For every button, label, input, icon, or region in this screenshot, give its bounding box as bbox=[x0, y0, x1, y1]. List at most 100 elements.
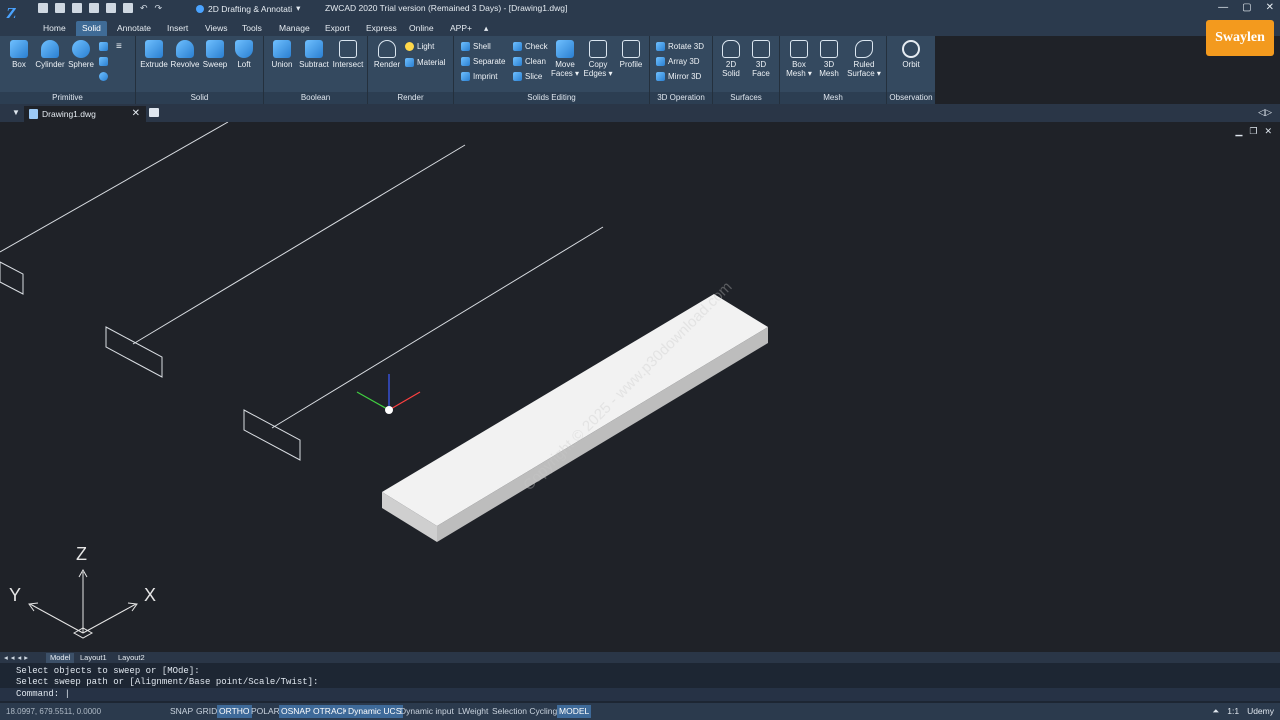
layout-nav-arrows-icon[interactable]: ◂◂◂▸ bbox=[4, 653, 31, 662]
ruled-surface-label-2: Surface ▾ bbox=[847, 69, 881, 78]
torus-button[interactable] bbox=[99, 72, 108, 81]
tab-manage[interactable]: Manage bbox=[273, 21, 316, 36]
profile-button[interactable]: Profile bbox=[616, 40, 646, 69]
ortho-toggle[interactable]: ORTHO bbox=[217, 705, 252, 718]
tab-online[interactable]: Online bbox=[403, 21, 440, 36]
sweep-button[interactable]: Sweep bbox=[200, 40, 230, 69]
swept-solid[interactable] bbox=[382, 294, 768, 542]
save-icon[interactable] bbox=[72, 3, 82, 13]
new-file-icon[interactable] bbox=[38, 3, 48, 13]
ruled-surface-button[interactable]: Ruled Surface ▾ bbox=[844, 40, 884, 78]
move-faces-button[interactable]: Move Faces ▾ bbox=[550, 40, 580, 78]
tab-solid[interactable]: Solid bbox=[76, 21, 107, 36]
render-button[interactable]: Render bbox=[372, 40, 402, 69]
dynamic-input-toggle[interactable]: Dynamic input bbox=[398, 705, 456, 718]
check-button[interactable]: Check bbox=[513, 42, 548, 51]
array-3d-button[interactable]: Array 3D bbox=[656, 57, 700, 66]
sweep-icon bbox=[206, 40, 224, 58]
selection-cycling-toggle[interactable]: Selection Cycling bbox=[490, 705, 559, 718]
annotation-scale-icon[interactable]: ⏶ bbox=[1212, 706, 1219, 717]
tab-export[interactable]: Export bbox=[319, 21, 356, 36]
tab-views[interactable]: Views bbox=[199, 21, 234, 36]
otrack-toggle[interactable]: OTRACK bbox=[311, 705, 351, 718]
polar-toggle[interactable]: POLAR bbox=[249, 705, 282, 718]
undo-icon[interactable]: ↶ bbox=[140, 3, 148, 13]
imprint-button[interactable]: Imprint bbox=[461, 72, 497, 81]
revolve-button[interactable]: Revolve bbox=[170, 40, 200, 69]
tab-express[interactable]: Express bbox=[360, 21, 403, 36]
minimize-icon[interactable]: — bbox=[1218, 2, 1228, 13]
tab-layout1[interactable]: Layout1 bbox=[76, 653, 111, 663]
loft-button[interactable]: Loft bbox=[232, 40, 256, 69]
new-tab-icon[interactable] bbox=[149, 108, 159, 117]
wedge-icon bbox=[99, 42, 108, 51]
cylinder-button[interactable]: Cylinder bbox=[34, 40, 66, 69]
3d-face-button[interactable]: 3D Face bbox=[747, 40, 775, 78]
open-file-icon[interactable] bbox=[55, 3, 65, 13]
panel-title-solid: Solid bbox=[136, 92, 263, 104]
3d-mesh-button[interactable]: 3D Mesh bbox=[816, 40, 842, 78]
imprint-label: Imprint bbox=[473, 72, 498, 81]
box-mesh-icon bbox=[790, 40, 808, 58]
maximize-icon[interactable]: ▢ bbox=[1242, 2, 1251, 13]
workspace-selector[interactable]: 2D Drafting & Annotati ▾ bbox=[196, 3, 300, 14]
model-toggle[interactable]: MODEL bbox=[557, 705, 592, 718]
mirror-3d-button[interactable]: Mirror 3D bbox=[656, 72, 701, 81]
subtract-button[interactable]: Subtract bbox=[297, 40, 331, 69]
separate-button[interactable]: Separate bbox=[461, 57, 505, 66]
copy-edges-button[interactable]: Copy Edges ▾ bbox=[583, 40, 613, 78]
brand-logo: Swaylen bbox=[1206, 20, 1274, 56]
clean-button[interactable]: Clean bbox=[513, 57, 546, 66]
viewport-restore-icon[interactable]: ❐ bbox=[1249, 126, 1257, 137]
drawing-canvas[interactable]: Z X Y Copyright © 2025 - www.p30download… bbox=[0, 121, 1280, 652]
tab-app-plus[interactable]: APP+ bbox=[444, 21, 478, 36]
tab-annotate[interactable]: Annotate bbox=[111, 21, 157, 36]
rotate-3d-button[interactable]: Rotate 3D bbox=[656, 42, 704, 51]
wedge-button[interactable] bbox=[99, 42, 108, 51]
clean-icon bbox=[513, 57, 522, 66]
material-button[interactable]: Material bbox=[405, 58, 445, 67]
sphere-button[interactable]: Sphere bbox=[67, 40, 95, 69]
viewport-close-icon[interactable]: ✕ bbox=[1264, 126, 1272, 137]
tab-insert[interactable]: Insert bbox=[161, 21, 194, 36]
extrude-button[interactable]: Extrude bbox=[138, 40, 170, 69]
tab-tools[interactable]: Tools bbox=[236, 21, 268, 36]
more-primitives-button[interactable]: ≡ bbox=[116, 41, 122, 52]
document-tab-label: Drawing1.dwg bbox=[42, 109, 96, 119]
slice-button[interactable]: Slice bbox=[513, 72, 542, 81]
cone-button[interactable] bbox=[99, 57, 108, 66]
annotation-scale[interactable]: 1:1 bbox=[1227, 706, 1239, 717]
shell-button[interactable]: Shell bbox=[461, 42, 491, 51]
tab-home[interactable]: Home bbox=[37, 21, 72, 36]
plot-icon[interactable] bbox=[123, 3, 133, 13]
ribbon-toggle-icon[interactable]: ▴ bbox=[478, 21, 494, 36]
dynamic-ucs-toggle[interactable]: Dynamic UCS bbox=[346, 705, 404, 718]
lweight-toggle[interactable]: LWeight bbox=[456, 705, 490, 718]
tab-scroll-icon[interactable]: ◁▷ bbox=[1258, 107, 1272, 118]
save-as-icon[interactable] bbox=[89, 3, 99, 13]
document-tab-drawing1[interactable]: Drawing1.dwg ✕ bbox=[24, 106, 146, 122]
copy-edges-label-2: Edges ▾ bbox=[583, 69, 613, 78]
close-icon[interactable]: ✕ bbox=[1266, 2, 1274, 13]
tab-layout2[interactable]: Layout2 bbox=[114, 653, 149, 663]
grid-toggle[interactable]: GRID bbox=[194, 705, 219, 718]
snap-toggle[interactable]: SNAP bbox=[168, 705, 195, 718]
2d-solid-button[interactable]: 2D Solid bbox=[717, 40, 745, 78]
close-icon[interactable]: ✕ bbox=[132, 108, 140, 119]
clean-label: Clean bbox=[525, 57, 546, 66]
command-input[interactable]: Command: | bbox=[0, 688, 1280, 701]
viewport-minimize-icon[interactable]: ▁ bbox=[1235, 126, 1242, 137]
tab-model[interactable]: Model bbox=[46, 653, 75, 663]
box-mesh-button[interactable]: Box Mesh ▾ bbox=[784, 40, 814, 78]
light-button[interactable]: Light bbox=[405, 42, 434, 51]
intersect-button[interactable]: Intersect bbox=[331, 40, 365, 69]
orbit-button[interactable]: Orbit bbox=[897, 40, 925, 69]
redo-icon[interactable]: ↷ bbox=[155, 3, 163, 13]
box-button[interactable]: Box bbox=[6, 40, 32, 69]
osnap-toggle[interactable]: OSNAP bbox=[279, 705, 313, 718]
print-icon[interactable] bbox=[106, 3, 116, 13]
rotate-3d-icon bbox=[656, 42, 665, 51]
union-button[interactable]: Union bbox=[267, 40, 297, 69]
subtract-label: Subtract bbox=[299, 60, 329, 69]
document-list-chevron-icon[interactable]: ▼ bbox=[12, 108, 20, 117]
